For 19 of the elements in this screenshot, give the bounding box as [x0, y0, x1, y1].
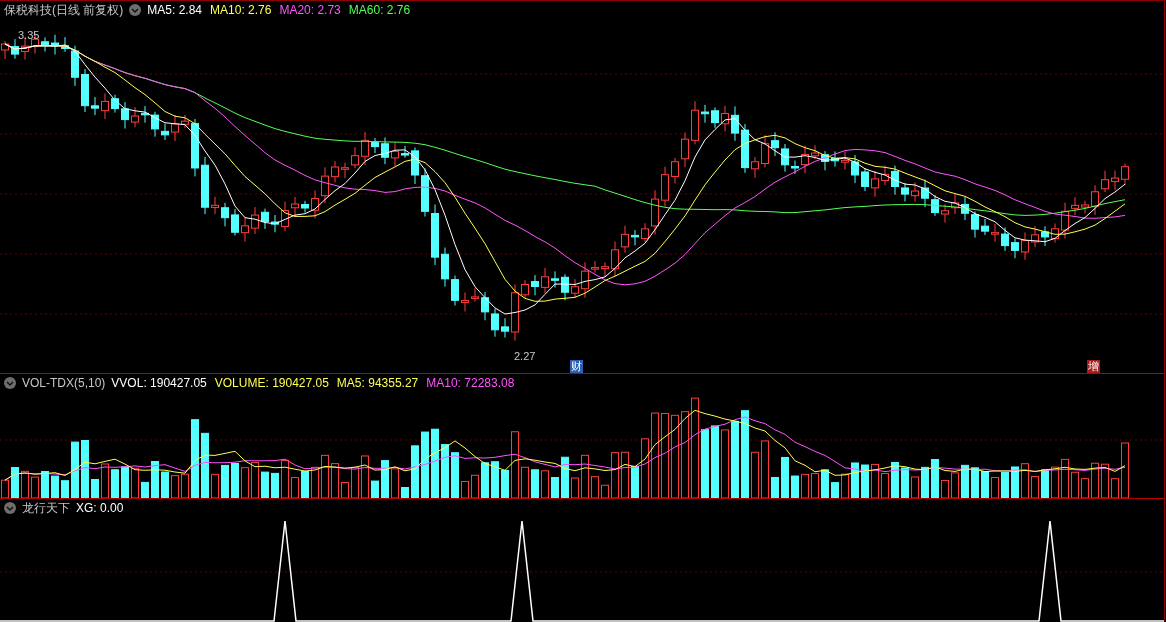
chevron-down-icon[interactable] — [4, 502, 16, 514]
chevron-down-icon[interactable] — [4, 377, 16, 389]
indicator-value: MA10: 2.76 — [210, 3, 272, 17]
chevron-down-icon[interactable] — [129, 4, 142, 16]
event-marker: 财 — [570, 360, 583, 373]
low-price-label: 2.27 — [514, 350, 536, 362]
indicator-value: VVOL: 190427.05 — [111, 376, 207, 390]
event-marker: 增 — [1087, 360, 1100, 373]
indicator-value: MA60: 2.76 — [348, 3, 411, 17]
panel-title: 保税科技(日线 前复权) — [4, 1, 124, 19]
indicator-value: MA10: 72283.08 — [426, 376, 515, 390]
indicator-value: MA20: 2.73 — [279, 3, 341, 17]
indicator-value: VOLUME: 190427.05 — [214, 376, 329, 390]
panel-title: VOL-TDX(5,10) — [22, 376, 106, 390]
panel-title: 龙行天下 — [22, 499, 70, 517]
indicator-value: MA5: 94355.27 — [336, 376, 419, 390]
indicator-value: MA5: 2.84 — [147, 3, 203, 17]
indicator-value: XG: 0.00 — [76, 501, 124, 515]
high-price-label: 3.35 — [18, 29, 40, 41]
